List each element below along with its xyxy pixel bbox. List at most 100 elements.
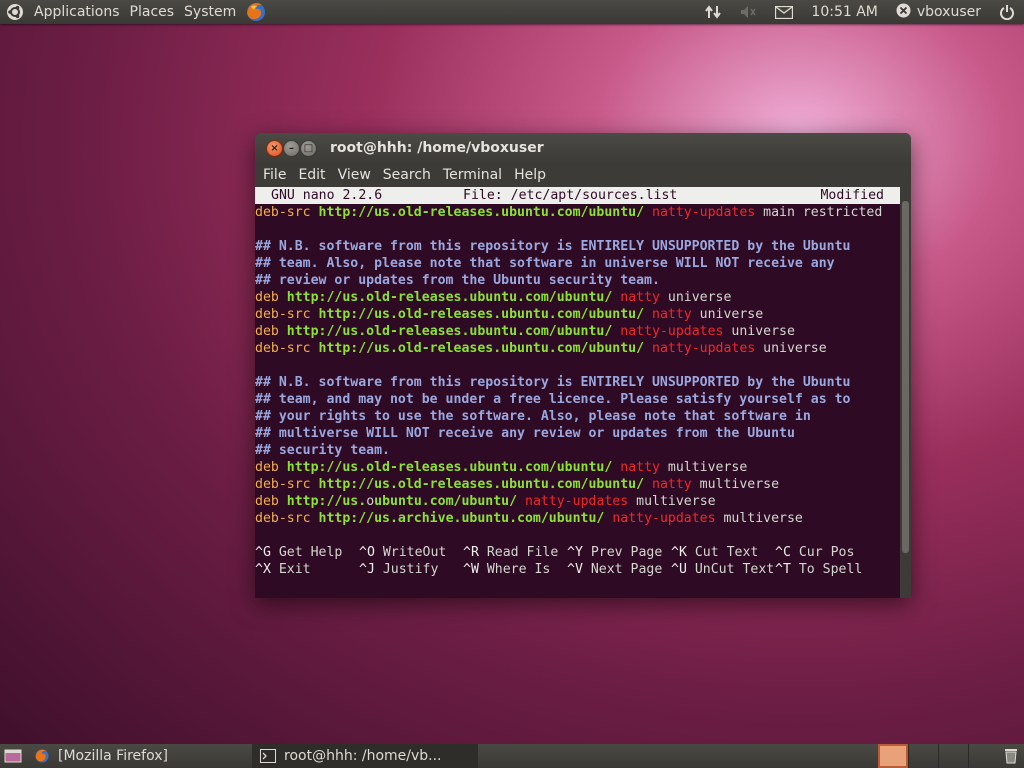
line-segment <box>644 205 652 220</box>
terminal-window: × – □ root@hhh: /home/vboxuser File Edit… <box>255 133 911 598</box>
line-segment: natty-updates <box>652 341 756 356</box>
shortcut-key: ^Y <box>567 545 583 560</box>
nano-version: GNU nano 2.2.6 <box>271 188 383 203</box>
editor-line: ## your rights to use the software. Also… <box>255 408 900 425</box>
workspace-2[interactable] <box>908 744 938 768</box>
terminal-text-area[interactable]: GNU nano 2.2.6 File: /etc/apt/sources.li… <box>255 187 900 598</box>
ubuntu-logo-icon[interactable] <box>6 3 24 21</box>
text-cursor: o <box>366 494 375 509</box>
workspace-4[interactable] <box>968 744 998 768</box>
menu-view[interactable]: View <box>332 163 377 187</box>
show-desktop-button[interactable] <box>0 744 26 768</box>
line-segment: http://us.old-releases.ubuntu.com/ubuntu… <box>286 460 613 475</box>
line-segment <box>311 205 319 220</box>
shortcut-label: UnCut Text <box>686 562 775 577</box>
shortcut-item: ^U UnCut Text <box>671 561 775 578</box>
mail-icon[interactable] <box>766 0 802 24</box>
shortcut-item: ^V Next Page <box>567 561 671 578</box>
shortcut-label: Get Help <box>270 545 343 560</box>
line-segment: deb <box>255 324 279 339</box>
minimize-button[interactable]: – <box>283 140 300 157</box>
window-titlebar[interactable]: × – □ root@hhh: /home/vboxuser <box>255 133 911 163</box>
editor-line: deb http://us.old-releases.ubuntu.com/ub… <box>255 459 900 476</box>
window-title: root@hhh: /home/vboxuser <box>330 140 544 156</box>
editor-line: deb-src http://us.old-releases.ubuntu.co… <box>255 306 900 323</box>
editor-line: deb http://us.old-releases.ubuntu.com/ub… <box>255 289 900 306</box>
shortcut-key: ^K <box>671 545 687 560</box>
applications-menu[interactable]: Applications <box>29 0 125 24</box>
line-segment: http://us.old-releases.ubuntu.com/ubuntu… <box>318 307 645 322</box>
line-segment: ## team, and may not be under a free lic… <box>255 392 851 407</box>
editor-line: ## security team. <box>255 442 900 459</box>
user-menu[interactable]: vboxuser <box>887 0 990 24</box>
shortcut-label: Cur Pos <box>790 545 855 560</box>
editor-line: ## multiverse WILL NOT receive any revie… <box>255 425 900 442</box>
menu-help[interactable]: Help <box>508 163 552 187</box>
line-segment <box>279 494 287 509</box>
line-segment: natty <box>620 460 660 475</box>
line-segment <box>279 290 287 305</box>
workspace-1[interactable] <box>878 744 908 768</box>
shortcut-row-1: ^G Get Help ^O WriteOut ^R Read File ^Y Pre… <box>255 544 900 561</box>
menu-search[interactable]: Search <box>377 163 437 187</box>
volume-muted-icon[interactable] <box>730 0 766 24</box>
line-segment: multiverse <box>691 477 780 492</box>
menu-file[interactable]: File <box>257 163 292 187</box>
line-segment <box>644 477 652 492</box>
firefox-launcher-icon[interactable] <box>245 1 267 23</box>
menu-terminal[interactable]: Terminal <box>437 163 508 187</box>
line-segment: deb-src <box>255 511 311 526</box>
line-segment: natty <box>620 290 660 305</box>
line-segment: universe <box>691 307 764 322</box>
system-menu[interactable]: System <box>179 0 241 24</box>
places-menu[interactable]: Places <box>125 0 180 24</box>
menu-edit[interactable]: Edit <box>292 163 331 187</box>
scrollbar-thumb[interactable] <box>902 201 909 553</box>
line-segment: deb <box>255 494 279 509</box>
task-firefox-label: [Mozilla Firefox] <box>58 748 168 764</box>
line-segment: natty-updates <box>612 511 716 526</box>
workspace-switcher <box>878 744 998 768</box>
line-segment <box>311 341 319 356</box>
close-button[interactable]: × <box>266 140 283 157</box>
task-terminal[interactable]: root@hhh: /home/vb... <box>252 744 478 768</box>
clock[interactable]: 10:51 AM <box>802 0 886 24</box>
shortcut-key: ^X <box>255 562 271 577</box>
trash-icon <box>1005 749 1017 764</box>
nano-editor-buffer[interactable]: deb-src http://us.old-releases.ubuntu.co… <box>255 204 900 544</box>
editor-line: deb-src http://us.old-releases.ubuntu.co… <box>255 340 900 357</box>
line-segment: http://us.old-releases.ubuntu.com/ubuntu… <box>286 324 613 339</box>
power-icon[interactable] <box>990 0 1024 24</box>
trash-button[interactable] <box>998 744 1024 768</box>
terminal-scrollbar[interactable] <box>900 187 911 598</box>
nano-filename: File: /etc/apt/sources.list <box>463 188 678 203</box>
editor-line: ## team. Also, please note that software… <box>255 255 900 272</box>
line-segment <box>517 494 525 509</box>
line-segment: ## N.B. software from this repository is… <box>255 375 851 390</box>
line-segment: ## team. Also, please note that software… <box>255 256 835 271</box>
network-icon[interactable] <box>696 0 730 24</box>
line-segment: ubuntu.com/ubuntu/ <box>374 494 518 509</box>
menubar: File Edit View Search Terminal Help <box>255 163 911 187</box>
editor-line: deb-src http://us.old-releases.ubuntu.co… <box>255 476 900 493</box>
shortcut-label: To Spell <box>790 562 863 577</box>
shortcut-label: Next Page <box>582 562 663 577</box>
editor-line: deb-src http://us.archive.ubuntu.com/ubu… <box>255 510 900 527</box>
line-segment: natty <box>652 477 692 492</box>
line-segment: multiverse <box>715 511 803 526</box>
shortcut-key: ^T <box>775 562 791 577</box>
shortcut-key: ^J <box>359 562 375 577</box>
maximize-button[interactable]: □ <box>300 140 317 157</box>
terminal-icon <box>260 749 276 763</box>
line-segment: ## your rights to use the software. Also… <box>255 409 811 424</box>
shortcut-item: ^T To Spell <box>775 561 895 578</box>
shortcut-item: ^K Cut Text <box>671 544 775 561</box>
workspace-3[interactable] <box>938 744 968 768</box>
line-segment <box>644 307 652 322</box>
line-segment <box>279 460 287 475</box>
maximize-icon: □ <box>303 143 314 154</box>
task-firefox[interactable]: [Mozilla Firefox] <box>26 744 252 768</box>
line-segment: http://us.old-releases.ubuntu.com/ubuntu… <box>318 205 645 220</box>
